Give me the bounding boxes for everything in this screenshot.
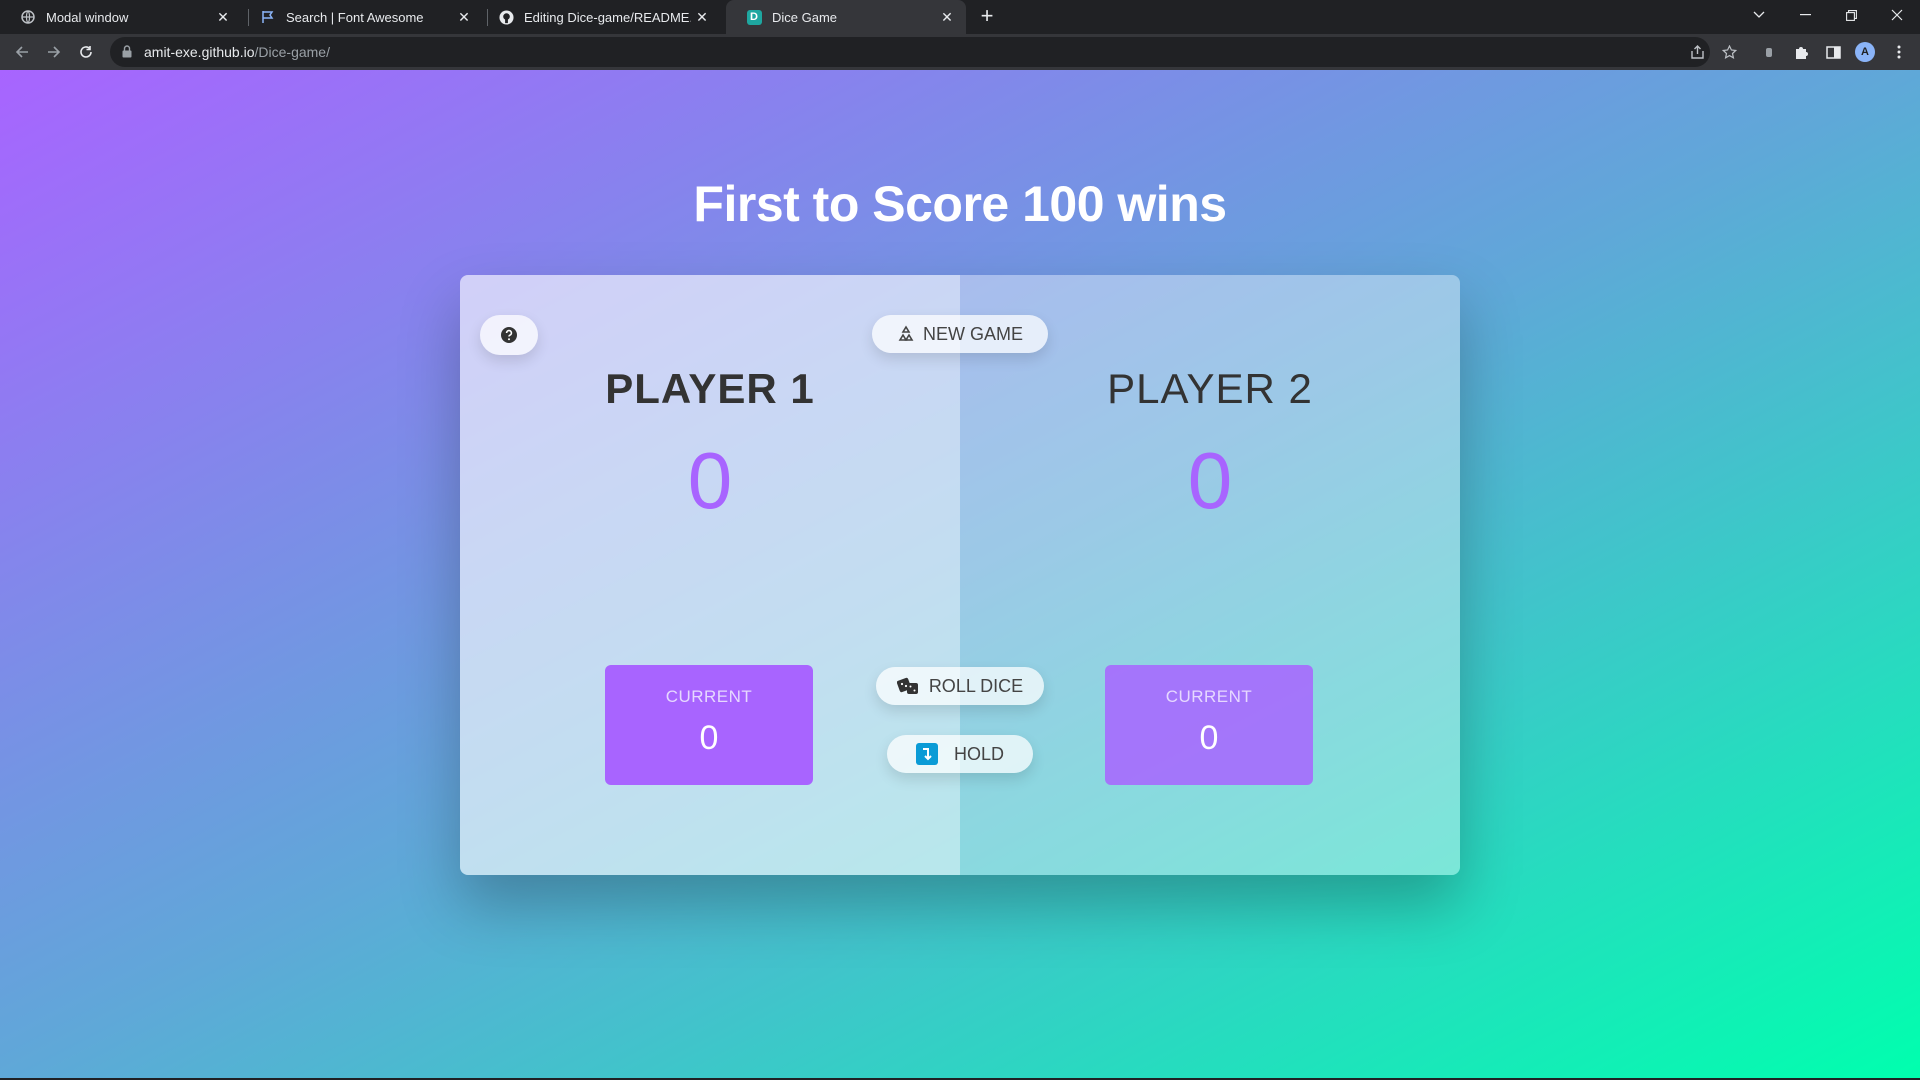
hold-label: HOLD	[953, 743, 1004, 764]
roll-dice-label: ROLL DICE	[928, 675, 1024, 696]
player-1-current-box: CURRENT 0	[605, 665, 813, 785]
flag-icon	[260, 9, 276, 25]
tab-title: Modal window	[46, 9, 129, 25]
bookmark-star-icon[interactable]	[1718, 41, 1740, 63]
globe-icon	[20, 9, 36, 25]
player-2-current-box: CURRENT 0	[1105, 665, 1313, 785]
tab-title: Dice Game	[772, 9, 838, 25]
dice-game-favicon-icon: D	[746, 9, 762, 25]
player-2-panel: PLAYER 2 0 CURRENT 0	[960, 275, 1460, 875]
player-1-name: PLAYER 1	[605, 365, 815, 412]
tab-strip: Modal window ✕ Search | Font Awesome ✕ E…	[0, 0, 1920, 34]
player-1-current-score: 0	[699, 719, 719, 757]
share-icon[interactable]	[1686, 41, 1708, 63]
reload-icon[interactable]	[74, 40, 98, 64]
tab-title: Search | Font Awesome	[286, 9, 424, 25]
roll-dice-button[interactable]: ROLL DICE	[876, 667, 1044, 705]
player-2-current-label: CURRENT	[1165, 687, 1253, 706]
close-icon[interactable]: ✕	[691, 6, 713, 28]
level-down-icon	[915, 743, 938, 765]
player-2-score: 0	[1187, 436, 1233, 525]
close-icon[interactable]: ✕	[936, 6, 958, 28]
address-bar[interactable]: amit-exe.github.io/Dice-game/	[110, 37, 1710, 67]
browser-menu-icon[interactable]	[1888, 41, 1910, 63]
lock-icon	[122, 45, 134, 59]
tab-dice-game[interactable]: D Dice Game ✕	[726, 0, 966, 34]
tab-font-awesome[interactable]: Search | Font Awesome ✕	[240, 0, 483, 34]
back-icon[interactable]	[10, 40, 34, 64]
tab-modal-window[interactable]: Modal window ✕	[0, 0, 242, 34]
new-game-button[interactable]: NEW GAME	[872, 315, 1048, 353]
profile-avatar[interactable]: A	[1855, 42, 1875, 62]
player-1-current-label: CURRENT	[665, 687, 753, 706]
tab-editing-readme[interactable]: Editing Dice-game/README.md ✕	[478, 0, 721, 34]
close-icon[interactable]: ✕	[212, 6, 234, 28]
page-title: First to Score 100 wins	[693, 176, 1227, 232]
close-icon[interactable]: ✕	[453, 6, 475, 28]
game-board: PLAYER 1 0 CURRENT 0 PLAYER 2 0 CURRENT …	[460, 275, 1460, 875]
page-viewport: First to Score 100 wins PLAYER 1 0 CURRE…	[0, 70, 1920, 1078]
github-icon	[498, 9, 514, 25]
new-tab-plus-icon[interactable]: +	[975, 5, 999, 29]
player-2-current-score: 0	[1199, 719, 1219, 757]
question-circle-icon	[500, 326, 518, 344]
player-1-score: 0	[687, 436, 733, 525]
tab-title: Editing Dice-game/README.md	[524, 9, 691, 25]
help-button[interactable]	[480, 315, 538, 355]
hold-button[interactable]: HOLD	[887, 735, 1033, 773]
extension-slot-icon[interactable]	[1758, 41, 1780, 63]
tab-search-chevron-icon[interactable]	[1736, 0, 1782, 30]
forward-icon[interactable]	[42, 40, 66, 64]
restore-icon[interactable]	[1828, 0, 1874, 30]
new-game-label: NEW GAME	[922, 323, 1023, 344]
browser-toolbar: amit-exe.github.io/Dice-game/ A	[0, 34, 1920, 70]
window-close-icon[interactable]	[1874, 0, 1920, 30]
recycle-icon	[897, 325, 915, 343]
minimize-icon[interactable]	[1782, 0, 1828, 30]
player-1-panel: PLAYER 1 0 CURRENT 0	[460, 275, 960, 875]
dice-icon	[896, 676, 921, 696]
url-text: amit-exe.github.io/Dice-game/	[144, 44, 330, 60]
player-2-name: PLAYER 2	[1107, 365, 1313, 412]
extensions-puzzle-icon[interactable]	[1790, 41, 1812, 63]
side-panel-icon[interactable]	[1822, 41, 1844, 63]
